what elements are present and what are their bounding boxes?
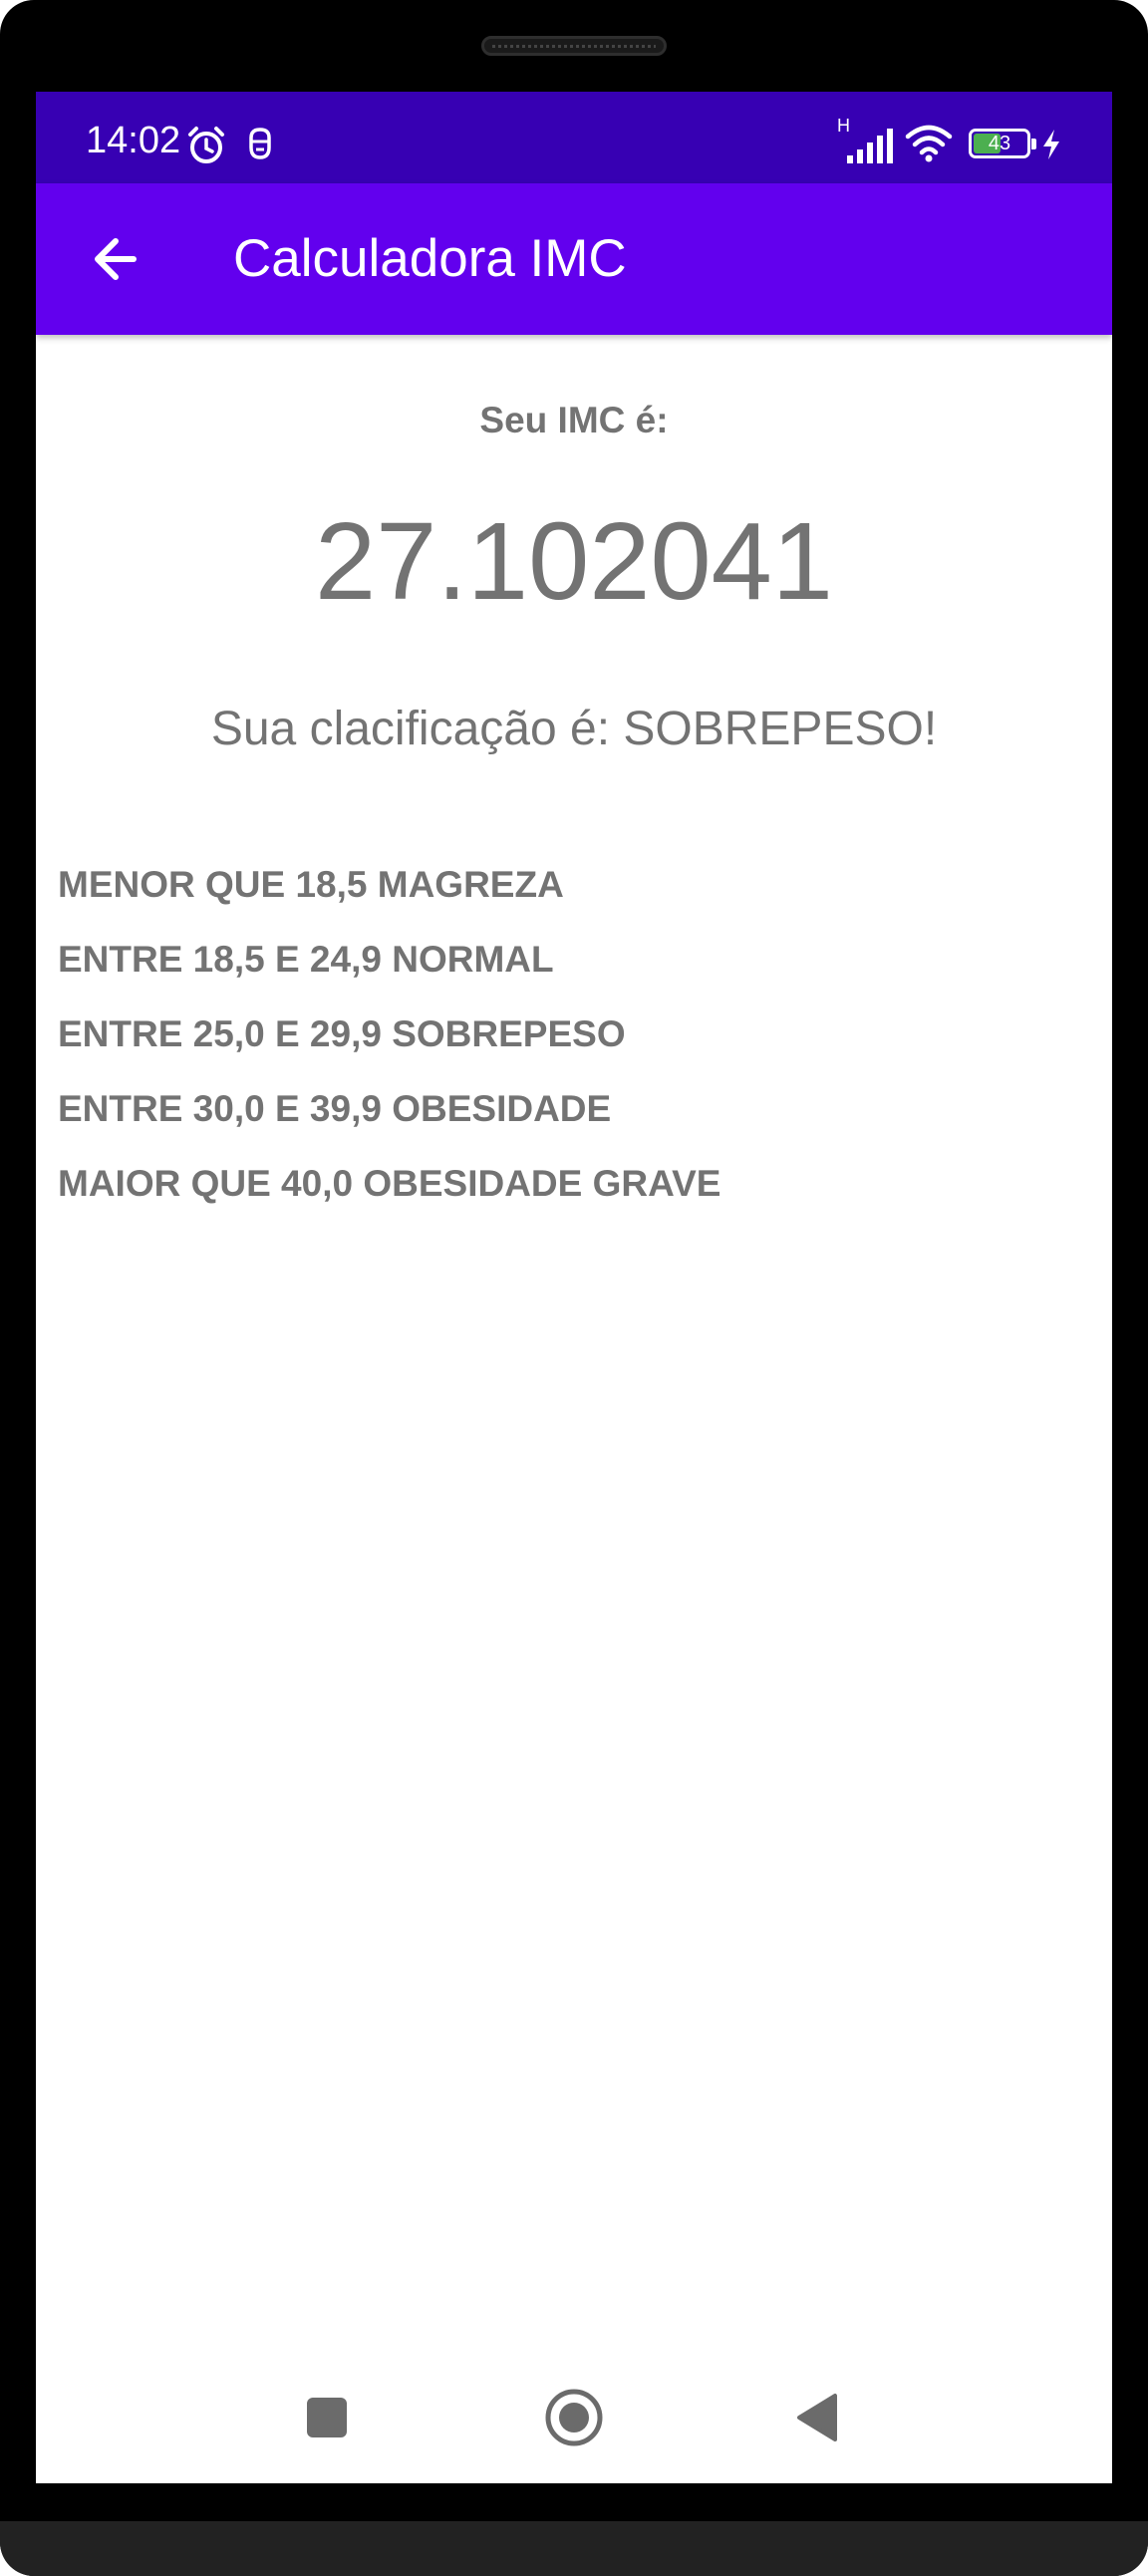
battery-icon: 43 — [969, 129, 1036, 158]
imc-ranges-list: MENOR QUE 18,5 MAGREZA ENTRE 18,5 E 24,9… — [58, 847, 720, 1221]
back-button[interactable] — [76, 219, 155, 299]
app-bar: Calculadora IMC — [36, 183, 1112, 335]
home-button[interactable] — [534, 2378, 614, 2457]
classification-text: Sua clacificação é: SOBREPESO! — [210, 703, 938, 755]
alarm-icon — [188, 127, 224, 163]
device-bottom-bezel — [0, 2521, 1148, 2576]
arrow-back-icon — [95, 238, 137, 280]
navigation-bar — [36, 2344, 1112, 2483]
wifi-icon — [905, 125, 953, 162]
charging-icon — [1043, 130, 1059, 159]
recents-button[interactable] — [287, 2378, 367, 2457]
range-item: MAIOR QUE 40,0 OBESIDADE GRAVE — [58, 1163, 721, 1204]
battery-level: 43 — [988, 133, 1011, 154]
imc-label: Seu IMC é: — [479, 400, 669, 440]
imc-value: 27.102041 — [315, 500, 833, 623]
back-triangle-icon — [797, 2394, 837, 2441]
system-back-button[interactable] — [779, 2378, 859, 2457]
phone-screen: 14:02 H 43 Calculadora IMC Seu IMC é: 27… — [36, 92, 1112, 2483]
signal-icon — [847, 129, 893, 163]
status-time: 14:02 — [86, 120, 181, 161]
speaker-grille — [481, 36, 667, 56]
range-item: MENOR QUE 18,5 MAGREZA — [58, 864, 564, 905]
range-item: ENTRE 25,0 E 29,9 SOBREPESO — [58, 1013, 626, 1054]
status-bar: 14:02 H 43 — [36, 92, 1112, 183]
battery-tip — [1031, 139, 1036, 149]
home-icon — [545, 2389, 603, 2446]
notification-icon — [249, 128, 271, 159]
app-title: Calculadora IMC — [233, 229, 627, 288]
range-item: ENTRE 30,0 E 39,9 OBESIDADE — [58, 1088, 612, 1129]
device-frame: 14:02 H 43 Calculadora IMC Seu IMC é: 27… — [0, 0, 1148, 2576]
recents-icon — [307, 2398, 347, 2437]
range-item: ENTRE 18,5 E 24,9 NORMAL — [58, 939, 554, 980]
